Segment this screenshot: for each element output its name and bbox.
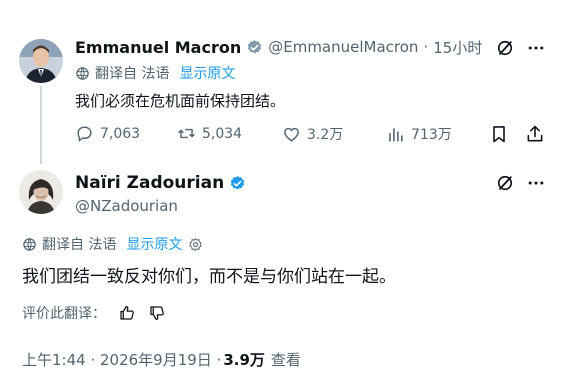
- author-handle[interactable]: @NZadourian: [75, 197, 178, 215]
- like-button[interactable]: 3.2万: [282, 124, 343, 144]
- more-icon[interactable]: [526, 173, 546, 193]
- translated-from-label: 翻译自 法语: [95, 66, 170, 82]
- author-handle[interactable]: @EmmanuelMacron: [268, 38, 418, 56]
- settings-icon[interactable]: [188, 237, 203, 252]
- bookmark-icon[interactable]: [489, 124, 509, 144]
- views-button[interactable]: 713万: [386, 124, 452, 144]
- separator-dot: ·: [423, 38, 429, 56]
- views-icon: [389, 127, 403, 142]
- retweet-count: 5,034: [202, 125, 243, 142]
- grok-icon[interactable]: [495, 38, 515, 58]
- author-name[interactable]: Emmanuel Macron: [75, 38, 241, 57]
- verified-badge-icon: [230, 175, 245, 189]
- rate-translation-row: 评价此翻译：: [22, 302, 166, 324]
- rate-translation-label: 评价此翻译：: [22, 306, 106, 322]
- avatar-zadourian[interactable]: [19, 170, 63, 214]
- tweet-timestamp[interactable]: 上午1:44 · 2026年9月19日 ·: [22, 349, 221, 370]
- tweet2-header: Naïri Zadourian: [75, 172, 251, 194]
- tweet1-text: 我们必须在危机面前保持团结。: [75, 92, 286, 110]
- tweet1-translation-bar: 翻译自 法语 显示原文: [75, 63, 235, 83]
- grok-icon[interactable]: [495, 173, 515, 193]
- verified-badge-icon: [248, 39, 262, 53]
- thumbs-down-icon[interactable]: [148, 304, 166, 322]
- tweet-time[interactable]: 15小时: [433, 37, 482, 58]
- more-icon[interactable]: [526, 38, 546, 58]
- thumbs-up-icon[interactable]: [118, 304, 136, 322]
- thread-line: [40, 86, 42, 164]
- tweet2-handle-row: @NZadourian: [75, 196, 178, 216]
- tweet2-translation-bar: 翻译自 法语 显示原文: [22, 234, 203, 254]
- reply-icon: [77, 126, 92, 142]
- tweet-views-count: 3.9万: [223, 350, 265, 369]
- like-count: 3.2万: [307, 127, 344, 143]
- retweet-button[interactable]: 5,034: [177, 124, 242, 143]
- cutoff-text: [78, 0, 84, 10]
- translated-from-label: 翻译自 法语: [42, 237, 117, 253]
- tweet1-header: Emmanuel Macron @EmmanuelMacron · 15小时: [75, 37, 482, 57]
- reply-count: 7,063: [100, 125, 141, 142]
- tweet-views-label: 查看: [270, 350, 301, 369]
- retweet-icon: [178, 128, 195, 139]
- author-name[interactable]: Naïri Zadourian: [75, 173, 224, 193]
- like-icon: [284, 127, 299, 142]
- reply-button[interactable]: 7,063: [75, 124, 140, 143]
- views-count: 713万: [411, 127, 452, 143]
- translate-icon: [23, 237, 36, 251]
- avatar-macron[interactable]: [19, 39, 63, 83]
- tweet2-text: 我们团结一致反对你们，而不是与你们站在一起。: [22, 267, 396, 287]
- translate-icon: [76, 66, 89, 80]
- tweet2-meta: 上午1:44 · 2026年9月19日 · 3.9万 查看: [22, 348, 301, 370]
- show-original-link[interactable]: 显示原文: [126, 234, 182, 254]
- show-original-link[interactable]: 显示原文: [179, 63, 235, 83]
- share-icon[interactable]: [525, 124, 545, 144]
